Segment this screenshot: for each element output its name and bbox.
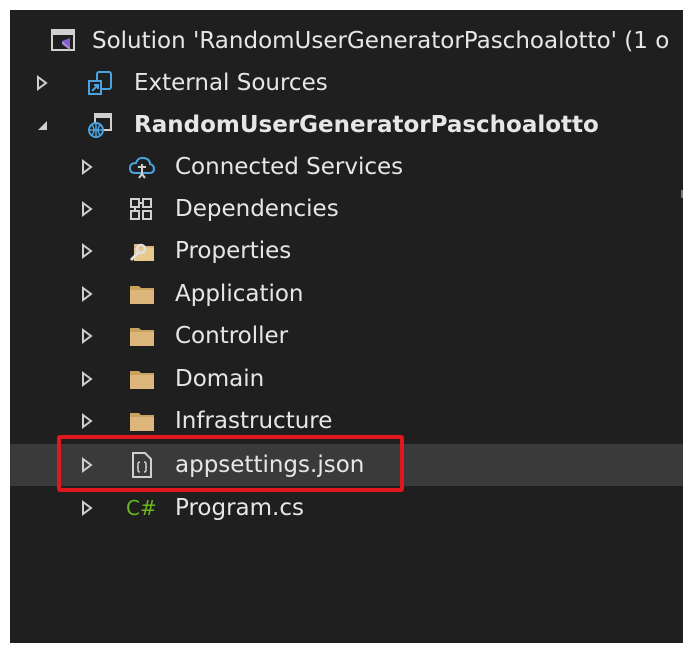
tree-item-label: Dependencies	[175, 196, 339, 222]
tree-item-label: External Sources	[134, 70, 328, 96]
tree-item-project[interactable]: RandomUserGeneratorPaschoalotto	[10, 104, 683, 146]
expand-arrow-icon[interactable]	[76, 188, 98, 230]
expand-arrow-icon[interactable]	[76, 315, 98, 357]
folder-icon	[128, 365, 156, 393]
expand-arrow-icon[interactable]	[76, 273, 98, 315]
external-sources-icon	[86, 69, 114, 97]
tree-item-domain[interactable]: Domain	[10, 358, 683, 400]
tree-item-label: Solution 'RandomUserGeneratorPaschoalott…	[92, 28, 670, 54]
tree-item-solution[interactable]: Solution 'RandomUserGeneratorPaschoalott…	[10, 20, 683, 62]
connected-services-icon	[128, 153, 156, 181]
tree-item-program-cs[interactable]: C# Program.cs	[10, 487, 683, 529]
folder-icon	[128, 322, 156, 350]
expand-arrow-icon[interactable]	[31, 62, 53, 104]
expand-arrow-icon[interactable]	[76, 230, 98, 272]
tree-item-properties[interactable]: Properties	[10, 230, 683, 272]
properties-icon	[128, 237, 156, 265]
scrollbar-mark	[681, 190, 683, 198]
collapse-arrow-icon[interactable]	[31, 104, 53, 146]
tree-item-controller[interactable]: Controller	[10, 315, 683, 357]
solution-explorer-panel: Solution 'RandomUserGeneratorPaschoalott…	[10, 10, 683, 643]
dependencies-icon	[128, 195, 156, 223]
tree-item-application[interactable]: Application	[10, 273, 683, 315]
tree-item-label: Properties	[175, 238, 292, 264]
tree-item-connected-services[interactable]: Connected Services	[10, 146, 683, 188]
solution-icon	[50, 27, 78, 55]
expand-arrow-icon[interactable]	[76, 146, 98, 188]
tree-item-label: RandomUserGeneratorPaschoalotto	[134, 112, 599, 138]
tree-item-label: Domain	[175, 366, 265, 392]
expand-arrow-icon[interactable]	[76, 358, 98, 400]
web-project-icon	[86, 111, 114, 139]
tree-item-external-sources[interactable]: External Sources	[10, 62, 683, 104]
tree-item-dependencies[interactable]: Dependencies	[10, 188, 683, 230]
expand-arrow-icon[interactable]	[76, 487, 98, 529]
tree-item-label: Controller	[175, 323, 289, 349]
highlight-box	[57, 435, 404, 492]
tree-item-label: Connected Services	[175, 154, 404, 180]
folder-icon	[128, 280, 156, 308]
folder-icon	[128, 407, 156, 435]
tree-item-label: Application	[175, 281, 304, 307]
csharp-file-icon: C#	[126, 496, 157, 520]
tree-item-label: Program.cs	[175, 495, 304, 521]
